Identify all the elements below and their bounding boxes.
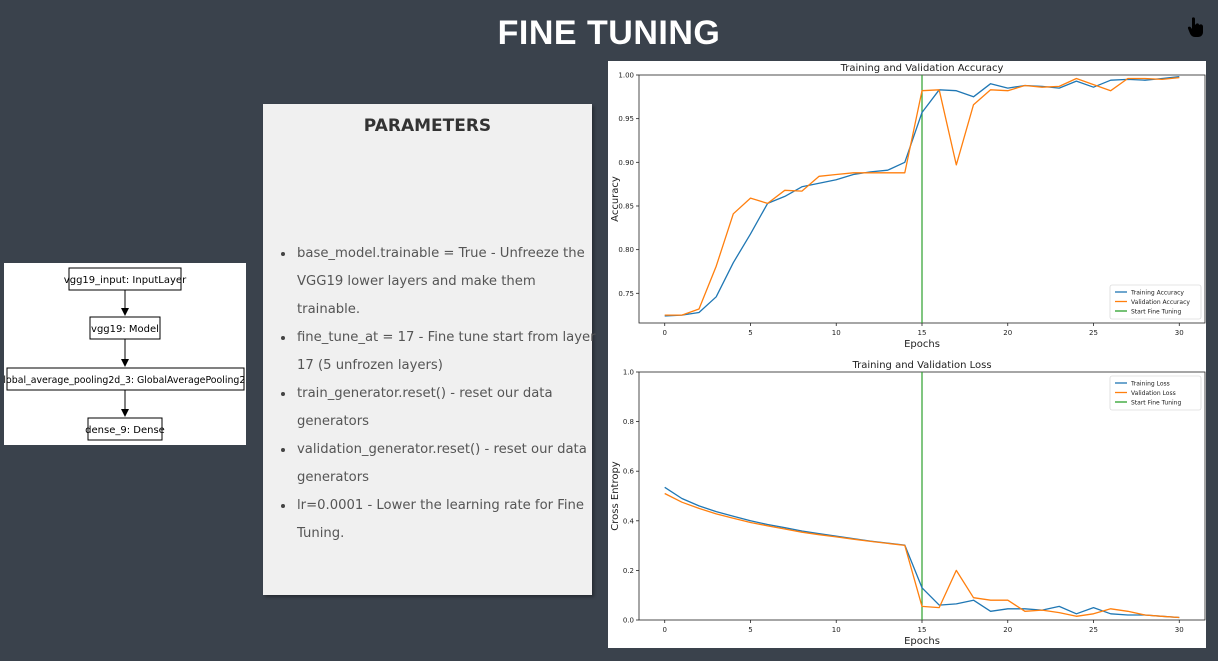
legend-label: Training Loss: [1130, 380, 1170, 387]
model-node-dense-label: dense_9: Dense: [85, 425, 165, 436]
y-axis-label: Cross Entropy: [610, 461, 621, 531]
x-tick-label: 30: [1175, 329, 1184, 337]
chart-legend: Training Accuracy Validation Accuracy Star…: [1109, 284, 1202, 320]
x-axis-label: Epochs: [904, 636, 940, 647]
legend-label: Training Accuracy: [1130, 289, 1184, 296]
legend-label: Validation Loss: [1131, 390, 1176, 397]
parameters-heading: PARAMETERS: [363, 116, 492, 136]
x-tick-label: 20: [1003, 626, 1012, 634]
legend-label: Start Fine Tuning: [1131, 399, 1181, 406]
x-tick-label: 20: [1003, 329, 1012, 337]
parameter-item: fine_tune_at = 17 - Fine tune start from…: [295, 324, 600, 380]
parameters-list: base_model.trainable = True - Unfreeze t…: [277, 240, 600, 548]
parameter-item: train_generator.reset() - reset our data…: [295, 380, 600, 436]
x-axis-label: Epochs: [904, 339, 940, 350]
training-charts: Training and Validation Accuracy 0 5 10 15 20…: [610, 63, 1206, 647]
parameter-item: lr=0.0001 - Lower the learning rate for …: [295, 492, 600, 548]
x-tick-label: 5: [748, 329, 752, 337]
y-tick-label: 1.00: [618, 72, 634, 80]
model-node-input-label: vgg19_input: InputLayer: [64, 275, 187, 286]
y-tick-label: 0.80: [618, 246, 634, 254]
x-tick-label: 15: [918, 329, 927, 337]
y-tick-label: 0.90: [618, 159, 634, 167]
x-tick-label: 25: [1089, 329, 1098, 337]
y-tick-label: 0.0: [623, 617, 634, 625]
x-tick-label: 10: [832, 626, 841, 634]
parameters-panel: PARAMETERS base_model.trainable = True -…: [263, 104, 596, 595]
model-architecture-diagram: vgg19_input: InputLayer vgg19: Model glo…: [0, 263, 253, 445]
parameter-item: base_model.trainable = True - Unfreeze t…: [295, 240, 600, 324]
x-tick-label: 0: [662, 329, 666, 337]
parameter-item: validation_generator.reset() - reset our…: [295, 436, 600, 492]
x-tick-label: 30: [1175, 626, 1184, 634]
y-tick-label: 0.6: [623, 468, 635, 476]
y-tick-label: 0.2: [623, 567, 634, 575]
model-node-input: vgg19_input: InputLayer: [64, 267, 187, 291]
chart-1: Training and Validation Loss 0 5 10 15 20 25 30…: [610, 360, 1206, 647]
chart-0: Training and Validation Accuracy 0 5 10 15 20…: [610, 63, 1206, 350]
training-charts-panel: Training and Validation Accuracy 0 5 10 15 20…: [608, 61, 1206, 648]
x-tick-label: 0: [662, 626, 666, 634]
y-tick-label: 1.0: [623, 369, 634, 377]
model-node-pooling: global_average_pooling2d_3: GlobalAverag…: [0, 367, 253, 391]
pointer-icon: [1187, 17, 1203, 37]
model-node-vgg19-label: vgg19: Model: [91, 324, 159, 335]
model-node-dense: dense_9: Dense: [85, 417, 165, 441]
legend-label: Start Fine Tuning: [1131, 308, 1181, 315]
x-tick-label: 5: [748, 626, 752, 634]
chart-title: Training and Validation Accuracy: [840, 63, 1004, 74]
chart-title: Training and Validation Loss: [851, 360, 991, 371]
y-tick-label: 0.4: [623, 517, 635, 525]
x-tick-label: 25: [1089, 626, 1098, 634]
y-tick-label: 0.75: [618, 290, 634, 298]
model-node-vgg19: vgg19: Model: [89, 316, 161, 340]
chart-legend: Training Loss Validation Loss Start Fine T…: [1109, 375, 1202, 411]
x-tick-label: 15: [918, 626, 927, 634]
legend-label: Validation Accuracy: [1131, 299, 1190, 306]
slide-title: FINE TUNING: [497, 14, 721, 52]
y-axis-label: Accuracy: [610, 176, 621, 222]
y-tick-label: 0.8: [623, 418, 634, 426]
y-tick-label: 0.95: [618, 115, 634, 123]
x-tick-label: 10: [832, 329, 841, 337]
model-node-pooling-label: global_average_pooling2d_3: GlobalAverag…: [4, 375, 246, 386]
